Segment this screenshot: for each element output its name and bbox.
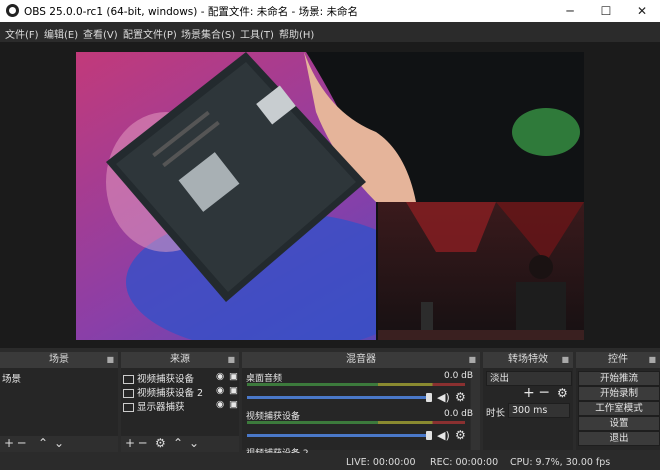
dock-pin-icon[interactable]: ■: [106, 352, 114, 368]
menu-edit[interactable]: 编辑(E): [44, 26, 78, 41]
mixer-channel-db: 0.0 dB: [444, 409, 474, 419]
studio-mode-button[interactable]: 工作室模式: [578, 401, 660, 416]
dock-pin-icon[interactable]: ■: [227, 352, 235, 368]
controls-dock-title: 控件 ■: [576, 352, 660, 368]
gear-icon[interactable]: ⚙: [155, 436, 166, 450]
menu-file[interactable]: 文件(F): [5, 26, 39, 41]
add-source-icon[interactable]: +: [125, 436, 135, 450]
mixer-title-label: 混音器: [346, 354, 376, 365]
scenes-title-label: 场景: [49, 354, 69, 365]
mixer-dock-title: 混音器 ■: [242, 352, 480, 368]
source-label: 视频捕获设备: [137, 374, 195, 385]
mixer-channel-db: 0.0 dB: [444, 371, 474, 381]
preview-scene-image: [76, 52, 584, 340]
menu-scene-collection[interactable]: 场景集合(S): [181, 26, 235, 41]
source-row[interactable]: 显示器捕获 ◉ ▣: [123, 399, 240, 413]
menu-view[interactable]: 查看(V): [83, 26, 118, 41]
move-up-icon[interactable]: ⌃: [38, 436, 48, 450]
duration-label: 时长: [486, 408, 506, 419]
source-row[interactable]: 视频捕获设备 ◉ ▣: [123, 371, 240, 385]
remove-transition-icon[interactable]: ─: [540, 385, 548, 401]
minimize-button[interactable]: ─: [552, 0, 588, 22]
menu-bar: 文件(F) 编辑(E) 查看(V) 配置文件(P) 场景集合(S) 工具(T) …: [0, 22, 660, 42]
sources-toolbar: + ─ ⚙ ⌃ ⌄: [121, 436, 239, 452]
sources-title-label: 来源: [170, 354, 190, 365]
move-down-icon[interactable]: ⌄: [54, 436, 64, 450]
visibility-eye-icon[interactable]: ◉: [216, 371, 224, 382]
remove-source-icon[interactable]: ─: [139, 436, 146, 450]
lock-icon[interactable]: ▣: [229, 399, 238, 410]
menu-help[interactable]: 帮助(H): [279, 26, 314, 41]
source-row[interactable]: 视频捕获设备 2 ◉ ▣: [123, 385, 240, 399]
volume-slider-knob[interactable]: [426, 431, 432, 440]
volume-slider[interactable]: [247, 396, 432, 399]
menu-tools[interactable]: 工具(T): [240, 26, 274, 41]
gear-icon[interactable]: ⚙: [557, 386, 568, 400]
cpu-fps: CPU: 9.7%, 30.00 fps: [510, 457, 611, 468]
transitions-title-label: 转场特效: [508, 354, 548, 365]
transition-select-value: 淡出: [490, 373, 510, 384]
rec-time: REC: 00:00:00: [430, 457, 499, 468]
add-scene-icon[interactable]: +: [4, 436, 14, 450]
maximize-button[interactable]: ☐: [588, 0, 624, 22]
dock-pin-icon[interactable]: ■: [561, 352, 569, 368]
close-button[interactable]: ✕: [624, 0, 660, 22]
menu-profile[interactable]: 配置文件(P): [123, 26, 177, 41]
settings-button[interactable]: 设置: [578, 416, 660, 431]
source-label: 显示器捕获: [137, 402, 185, 413]
start-streaming-button[interactable]: 开始推流: [578, 371, 660, 386]
camera-icon: [123, 375, 134, 384]
lock-icon[interactable]: ▣: [229, 385, 238, 396]
transitions-dock-title: 转场特效 ■: [483, 352, 573, 368]
remove-scene-icon[interactable]: ─: [18, 436, 25, 450]
volume-meter: [247, 421, 465, 424]
scenes-dock-title: 场景 ■: [0, 352, 118, 368]
dock-pin-icon[interactable]: ■: [648, 352, 656, 368]
speaker-icon[interactable]: ◀): [437, 391, 450, 404]
speaker-icon[interactable]: ◀): [437, 429, 450, 442]
volume-slider-knob[interactable]: [426, 393, 432, 402]
dock-pin-icon[interactable]: ■: [468, 352, 476, 368]
obs-logo-icon: [6, 4, 19, 17]
exit-button[interactable]: 退出: [578, 431, 660, 446]
visibility-eye-icon[interactable]: ◉: [216, 385, 224, 396]
duration-spinbox[interactable]: 300 ms: [508, 403, 570, 418]
volume-meter: [247, 383, 465, 386]
scene-item[interactable]: 场景: [2, 371, 21, 385]
lock-icon[interactable]: ▣: [229, 371, 238, 382]
status-bar: LIVE: 00:00:00 REC: 00:00:00 CPU: 9.7%, …: [0, 454, 660, 470]
controls-title-label: 控件: [608, 354, 628, 365]
monitor-icon: [123, 403, 134, 412]
add-transition-icon[interactable]: +: [523, 385, 535, 401]
gear-icon[interactable]: ⚙: [455, 428, 466, 442]
volume-slider[interactable]: [247, 434, 432, 437]
start-recording-button[interactable]: 开始录制: [578, 386, 660, 401]
window-title: OBS 25.0.0-rc1 (64-bit, windows) - 配置文件:…: [24, 6, 359, 18]
visibility-eye-icon[interactable]: ◉: [216, 399, 224, 410]
mixer-channel-name: 视频捕获设备 2: [246, 446, 309, 453]
scenes-toolbar: + ─ ⌃ ⌄: [0, 436, 118, 452]
duration-value: 300 ms: [512, 405, 548, 416]
gear-icon[interactable]: ⚙: [455, 390, 466, 404]
live-time: LIVE: 00:00:00: [346, 457, 416, 468]
camera-icon: [123, 389, 134, 398]
source-label: 视频捕获设备 2: [137, 388, 204, 399]
move-down-icon[interactable]: ⌄: [189, 436, 199, 450]
title-bar: OBS 25.0.0-rc1 (64-bit, windows) - 配置文件:…: [0, 0, 660, 22]
transition-select[interactable]: 淡出: [486, 371, 572, 386]
move-up-icon[interactable]: ⌃: [173, 436, 183, 450]
preview-canvas[interactable]: [76, 52, 584, 340]
sources-dock-title: 来源 ■: [121, 352, 239, 368]
